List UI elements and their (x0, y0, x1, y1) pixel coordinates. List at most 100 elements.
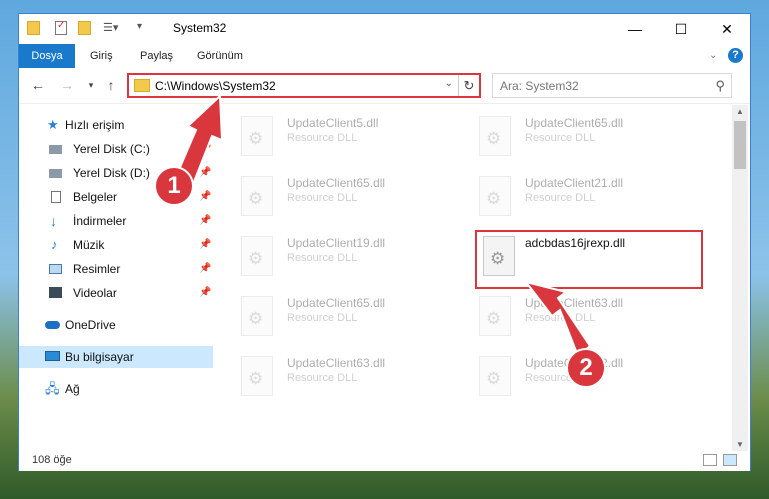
sidebar-item-label: Yerel Disk (D:) (73, 166, 150, 180)
sidebar-item-label: Ağ (65, 382, 80, 396)
music-icon: ♪ (51, 237, 58, 252)
address-bar[interactable]: C:\Windows\System32 ⌄ ↻ (127, 73, 481, 98)
navigation-bar: ← → ▾ ↑ C:\Windows\System32 ⌄ ↻ Ara: Sys… (19, 69, 750, 104)
customize-toolbar-icon[interactable]: ▾ (137, 21, 142, 37)
sidebar-item-label: Videolar (73, 286, 117, 300)
file-type: Resource DLL (287, 192, 358, 204)
file-name: UpdateClient65.dll (287, 176, 386, 190)
forward-arrow-icon[interactable]: → (59, 77, 75, 93)
file-type: Resource DLL (525, 192, 596, 204)
drive-icon (49, 145, 62, 154)
download-icon: ↓ (50, 213, 57, 229)
status-bar: 108 öğe (19, 451, 750, 471)
file-name: UpdateClient5.dll (287, 116, 379, 130)
properties-icon[interactable]: ✓ (55, 20, 67, 35)
close-button[interactable]: ✕ (704, 14, 750, 44)
file-name: UpdateClient65.dll (525, 116, 624, 130)
file-item[interactable]: UpdateClient65.dll Resource DLL (479, 112, 689, 162)
sidebar-item-label: Bu bilgisayar (65, 350, 134, 364)
pin-icon: 📌 (199, 263, 212, 274)
help-icon[interactable]: ? (728, 48, 743, 63)
minimize-button[interactable]: — (612, 14, 658, 44)
dll-file-icon (479, 116, 511, 156)
sidebar-item-label: Hızlı erişim (65, 118, 125, 132)
search-icon[interactable]: ⚲ (715, 78, 725, 94)
file-name: UpdateClient63.dll (287, 356, 386, 370)
window-title: System32 (173, 21, 227, 35)
file-item[interactable]: UpdateClient63.dll Resource DLL (241, 352, 451, 402)
network-icon: 🖧 (45, 381, 60, 396)
sidebar-item-local-disk-c[interactable]: Yerel Disk (C:) 📌 (19, 138, 213, 160)
file-name: UpdateClient63.dll (525, 296, 624, 310)
pictures-icon (49, 264, 62, 274)
computer-icon (45, 351, 60, 361)
file-type: Resource DLL (287, 252, 358, 264)
dll-file-icon (479, 356, 511, 396)
target-file-highlight (475, 230, 703, 289)
sidebar-item-this-pc[interactable]: Bu bilgisayar (19, 346, 213, 368)
tab-view[interactable]: Görünüm (197, 44, 243, 68)
recent-locations-icon[interactable]: ▾ (83, 77, 99, 93)
scroll-up-icon[interactable]: ▲ (732, 105, 748, 119)
dll-file-icon (241, 236, 273, 276)
explorer-window: ✓ ☰▾ ▾ System32 — ☐ ✕ Dosya Giriş Paylaş… (18, 13, 751, 471)
item-count: 108 öğe (32, 454, 72, 466)
sidebar-item-onedrive[interactable]: OneDrive (19, 314, 213, 336)
sidebar-item-downloads[interactable]: ↓ İndirmeler 📌 (19, 210, 213, 232)
scroll-thumb[interactable] (734, 121, 746, 169)
document-icon (51, 191, 61, 203)
pin-icon: 📌 (199, 167, 212, 178)
up-arrow-icon[interactable]: ↑ (103, 77, 119, 93)
search-box[interactable]: Ara: System32 ⚲ (492, 73, 732, 98)
file-name: UpdateClient21.dll (525, 176, 624, 190)
sidebar-item-quick-access[interactable]: ★ Hızlı erişim (19, 114, 213, 136)
cloud-icon (45, 321, 60, 329)
file-name: UpdateClient19.dll (287, 236, 386, 250)
file-item[interactable]: UpdateClient65.dll Resource DLL (241, 172, 451, 222)
tab-share[interactable]: Paylaş (140, 44, 173, 68)
tab-file[interactable]: Dosya (19, 44, 75, 68)
file-item[interactable]: UpdateClient5.dll Resource DLL (241, 112, 451, 162)
large-icons-view-icon[interactable] (723, 454, 737, 466)
dll-file-icon (241, 176, 273, 216)
dll-file-icon (241, 356, 273, 396)
sidebar-item-label: Resimler (73, 262, 121, 276)
details-view-icon[interactable] (703, 454, 717, 466)
sidebar-item-videos[interactable]: Videolar 📌 (19, 282, 213, 304)
tab-home[interactable]: Giriş (90, 44, 113, 68)
sidebar-item-pictures[interactable]: Resimler 📌 (19, 258, 213, 280)
sidebar-item-label: Müzik (73, 238, 105, 252)
address-path[interactable]: C:\Windows\System32 (155, 79, 276, 93)
file-type: Resource DLL (525, 132, 596, 144)
step-badge-2: 2 (566, 348, 606, 388)
file-item[interactable]: UpdateClient19.dll Resource DLL (241, 232, 451, 282)
pin-icon: 📌 (199, 287, 212, 298)
file-type: Resource DLL (287, 372, 358, 384)
file-item[interactable]: UpdateClient63.dll Resource DLL (479, 292, 689, 342)
search-placeholder[interactable]: Ara: System32 (500, 79, 579, 93)
back-arrow-icon[interactable]: ← (30, 77, 46, 93)
folder-icon (134, 79, 150, 92)
drive-icon (49, 169, 62, 178)
file-name: UpdateClient65.dll (287, 296, 386, 310)
file-item[interactable]: UpdateClient21.dll Resource DLL (479, 172, 689, 222)
file-type: Resource DLL (525, 312, 596, 324)
view-options-icon[interactable]: ☰▾ (103, 21, 118, 37)
video-icon (49, 287, 62, 298)
refresh-icon[interactable]: ↻ (458, 75, 479, 96)
scroll-down-icon[interactable]: ▼ (732, 438, 748, 452)
file-type: Resource DLL (287, 132, 358, 144)
sidebar-item-network[interactable]: 🖧 Ağ (19, 378, 213, 400)
star-icon: ★ (47, 117, 59, 132)
sidebar-item-label: OneDrive (65, 318, 116, 332)
vertical-scrollbar[interactable]: ▲ ▼ (732, 105, 748, 452)
pin-icon: 📌 (199, 191, 212, 202)
new-folder-icon[interactable] (78, 21, 91, 35)
maximize-button[interactable]: ☐ (658, 14, 704, 44)
file-item[interactable]: UpdateClient65.dll Resource DLL (241, 292, 451, 342)
address-dropdown-icon[interactable]: ⌄ (445, 78, 453, 89)
sidebar-item-music[interactable]: ♪ Müzik 📌 (19, 234, 213, 256)
expand-ribbon-icon[interactable]: ⌄ (709, 44, 717, 68)
sidebar-item-label: Belgeler (73, 190, 118, 204)
dll-file-icon (479, 176, 511, 216)
